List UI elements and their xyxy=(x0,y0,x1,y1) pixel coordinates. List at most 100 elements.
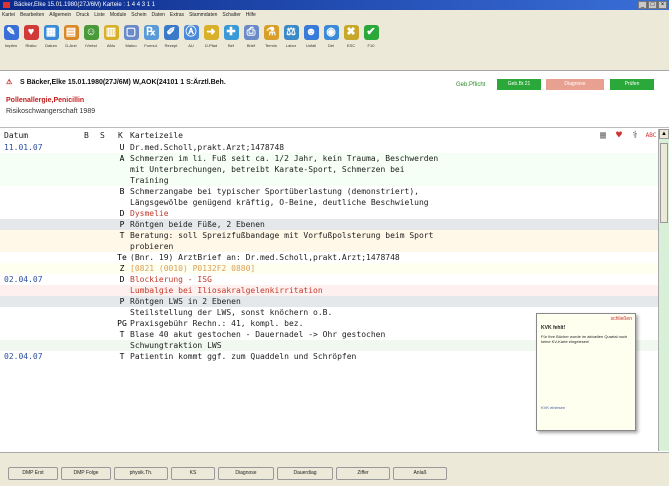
scroll-thumb[interactable] xyxy=(660,143,668,223)
toolbar-button[interactable]: ✎ Impfen xyxy=(2,21,20,70)
col-k[interactable]: K xyxy=(118,129,123,142)
row-kind: T xyxy=(119,231,125,240)
table-row[interactable]: A Schmerzen im li. Fuß seit ca. 1/2 Jahr,… xyxy=(0,153,658,164)
table-row[interactable]: mit Unterbrechungen, betreibt Karate-Spo… xyxy=(0,164,658,175)
toolbar-button[interactable]: ⎙ Brief xyxy=(242,21,260,70)
toolbar-button[interactable]: ▢ Makro xyxy=(122,21,140,70)
row-text: Röntgen LWS in 2 Ebenen xyxy=(130,297,241,306)
bottom-button[interactable]: DMP Erst xyxy=(8,467,58,480)
row-date: 02.04.07 xyxy=(4,275,43,284)
table-row[interactable]: P Röntgen beide Füße, 2 Ebenen xyxy=(0,219,658,230)
table-row[interactable]: 11.01.07 U Dr.med.Scholl,prakt.Arzt;147874… xyxy=(0,142,658,153)
table-row[interactable]: P Röntgen LWS in 2 Ebenen xyxy=(0,296,658,307)
menu-item[interactable]: Allgemein xyxy=(49,10,71,21)
toolbar-button[interactable]: ✔ F10 xyxy=(362,21,380,70)
toolbar: ✎ Impfen ♥ Risiko ▦ Datum ▤ D-Arzt ☺ IVmbd ▥ AMu ▢ Ma… xyxy=(0,21,669,71)
row-kind: T xyxy=(119,352,125,361)
toolbar-button[interactable]: ◉ Del xyxy=(322,21,340,70)
row-text: Schmerzangabe bei typischer Sportüberlas… xyxy=(130,187,419,196)
toolbar-button[interactable]: ✖ ESC xyxy=(342,21,360,70)
toolbar-button[interactable]: ☺ IVmbd xyxy=(82,21,100,70)
patient-headline: ⚠ S Bäcker,Elke 15.01.1980(27J/6M) W,AOK… xyxy=(6,78,226,86)
badge-pruefen[interactable]: Prüfen xyxy=(610,79,654,90)
menu-item[interactable]: Stammdaten xyxy=(189,10,217,21)
badge-gebbr[interactable]: Geb.Br.21 xyxy=(497,79,541,90)
badge-diagnose[interactable]: Diagnose xyxy=(546,79,604,90)
close-button[interactable]: × xyxy=(658,1,667,9)
table-row[interactable]: Te (Bnr. 19) ArztBrief an: Dr.med.Scholl,… xyxy=(0,252,658,263)
table-row[interactable]: D Dysmelie xyxy=(0,208,658,219)
toolbar-button-label: F10 xyxy=(367,43,375,48)
col-datum[interactable]: Datum xyxy=(4,129,28,142)
bottom-button[interactable]: Dauerdiag xyxy=(277,467,333,480)
toolbar-button[interactable]: ℞ Formul. xyxy=(142,21,160,70)
toolbar-button-label: Rezept xyxy=(164,43,178,48)
calendar-icon: ▦ xyxy=(43,25,59,40)
vertical-scrollbar[interactable]: ▲ xyxy=(658,129,669,451)
toolbar-button-label: AU xyxy=(188,43,194,48)
menu-item[interactable]: Daten xyxy=(152,10,165,21)
grid-icon[interactable]: ▦ xyxy=(596,129,610,142)
toolbar-button[interactable]: Ⓐ AU xyxy=(182,21,200,70)
row-text: Dysmelie xyxy=(130,209,169,218)
toolbar-button[interactable]: ☻ Unfall xyxy=(302,21,320,70)
kvk-popup: schließen KVK fehlt! Für Ihre Bücher wur… xyxy=(536,313,636,431)
toolbar-button-label: Datum xyxy=(45,43,57,48)
menu-item[interactable]: Schalter xyxy=(222,10,240,21)
heart-icon[interactable]: ♥ xyxy=(612,129,626,142)
row-text: Beratung: soll Spreizfußbandage mit Vorf… xyxy=(130,231,434,240)
table-row[interactable]: Z [0821 (0010) P0132F2 0880] xyxy=(0,263,658,274)
bottom-button[interactable]: Diagnose xyxy=(218,467,274,480)
menu-item[interactable]: Hilfe xyxy=(246,10,256,21)
toolbar-button-label: ESC xyxy=(346,43,356,48)
toolbar-button[interactable]: ⚖ Labor xyxy=(282,21,300,70)
maximize-button[interactable]: □ xyxy=(648,1,657,9)
row-text: Steilstellung der LWS, sonst knöchern o.… xyxy=(130,308,333,317)
row-kind: D xyxy=(119,209,125,218)
menu-item[interactable]: Schein xyxy=(131,10,146,21)
kartei-table-header: Datum B S K Karteizeile ▦ ♥ ⚕ ABC xyxy=(0,129,658,142)
menu-item[interactable]: Extras xyxy=(170,10,184,21)
col-s[interactable]: S xyxy=(100,129,105,142)
bottom-button[interactable]: physik.Th. xyxy=(114,467,168,480)
bottom-button[interactable]: Ziffer xyxy=(336,467,390,480)
toolbar-button[interactable]: ♥ Risiko xyxy=(22,21,40,70)
bottom-button[interactable]: DMP Folge xyxy=(61,467,111,480)
popup-footer-link[interactable]: KVK einlesen xyxy=(541,405,565,410)
col-b[interactable]: B xyxy=(84,129,89,142)
table-row[interactable]: B Schmerzangabe bei typischer Sportüberla… xyxy=(0,186,658,197)
toolbar-button[interactable]: ➜ Ü-Pfad xyxy=(202,21,220,70)
toolbar-button-label: AMu xyxy=(106,43,116,48)
menu-item[interactable]: Druck xyxy=(76,10,89,21)
toolbar-button[interactable]: ✐ Rezept xyxy=(162,21,180,70)
stethoscope-icon[interactable]: ⚕ xyxy=(628,129,642,142)
toolbar-button[interactable]: ▥ AMu xyxy=(102,21,120,70)
abc-icon[interactable]: ABC xyxy=(644,129,658,142)
menu-item[interactable]: Liste xyxy=(94,10,105,21)
labor-icon: ⚗ xyxy=(263,25,279,40)
row-kind: P xyxy=(119,220,125,229)
table-row[interactable]: 02.04.07 D Blockierung - ISG xyxy=(0,274,658,285)
menu-item[interactable]: Bearbeiten xyxy=(20,10,44,21)
check-icon: ✔ xyxy=(363,25,379,40)
table-row[interactable]: probieren xyxy=(0,241,658,252)
minimize-button[interactable]: _ xyxy=(638,1,647,9)
table-row[interactable]: Training xyxy=(0,175,658,186)
window-controls: _ □ × xyxy=(638,1,667,9)
bottom-button[interactable]: KS xyxy=(171,467,215,480)
col-karteizeile[interactable]: Karteizeile xyxy=(130,129,183,142)
menu-item[interactable]: Kartei xyxy=(2,10,15,21)
toolbar-button[interactable]: ▦ Datum xyxy=(42,21,60,70)
table-row[interactable]: Längsgewölbe genügend kräftig, O-Beine, … xyxy=(0,197,658,208)
toolbar-button[interactable]: ⚗ Termin xyxy=(262,21,280,70)
toolbar-button[interactable]: ✚ Bef xyxy=(222,21,240,70)
pen2-icon: ✐ xyxy=(163,25,179,40)
table-row[interactable]: Lumbalgie bei Iliosakralgelenkirritation xyxy=(0,285,658,296)
popup-close-link[interactable]: schließen xyxy=(611,316,632,322)
bottom-button[interactable]: Anlaß xyxy=(393,467,447,480)
toolbar-button[interactable]: ▤ D-Arzt xyxy=(62,21,80,70)
menu-item[interactable]: Module xyxy=(110,10,126,21)
scroll-up-icon[interactable]: ▲ xyxy=(659,129,669,139)
toolbar-button-label: Termin xyxy=(264,43,277,48)
table-row[interactable]: T Beratung: soll Spreizfußbandage mit Vor… xyxy=(0,230,658,241)
